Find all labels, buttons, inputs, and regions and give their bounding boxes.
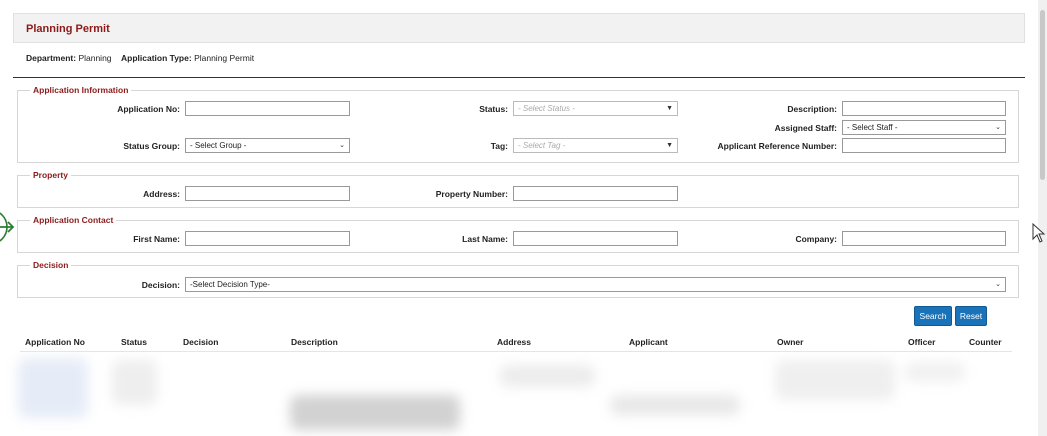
decision-select[interactable]: -Select Decision Type- ⌄ [185,277,1006,292]
scrollbar-thumb[interactable] [1040,10,1045,180]
first-name-input[interactable] [185,231,350,246]
table-row-blurred-cell [18,358,88,418]
table-row-blurred-cell [500,365,595,387]
application-no-label: Application No: [117,104,180,114]
decision-label: Decision: [141,280,180,290]
status-label: Status: [479,104,508,114]
tag-select[interactable]: - Select Tag - ▼ [513,138,678,153]
assigned-staff-select[interactable]: - Select Staff - ⌄ [842,120,1006,135]
table-row-blurred-cell [775,360,895,400]
company-input[interactable] [842,231,1006,246]
table-row-blurred-cell [112,360,157,405]
decision-select-value: -Select Decision Type- [190,280,270,289]
column-header-applicant[interactable]: Applicant [629,337,668,347]
column-header-application-no[interactable]: Application No [25,337,85,347]
page-title: Planning Permit [26,23,110,35]
status-select[interactable]: - Select Status - ▼ [513,101,678,116]
status-group-label: Status Group: [123,141,180,151]
column-header-owner[interactable]: Owner [777,337,803,347]
table-row-blurred-cell [290,395,460,430]
column-header-address[interactable]: Address [497,337,531,347]
header-divider [13,77,1025,78]
address-label: Address: [143,189,180,199]
reset-button[interactable]: Reset [955,306,987,326]
chevron-down-icon: ⌄ [339,142,345,149]
tag-select-value: - Select Tag - [518,141,566,150]
first-name-label: First Name: [133,234,180,244]
chevron-down-icon: ▼ [666,142,673,149]
applicant-reference-input[interactable] [842,138,1006,153]
property-number-label: Property Number: [435,189,508,199]
table-header-divider [20,351,1012,352]
applicant-reference-label: Applicant Reference Number: [717,141,838,151]
application-contact-legend: Application Contact [33,215,114,225]
title-bar: Planning Permit [13,13,1025,43]
column-header-counter[interactable]: Counter [969,337,1002,347]
department-value: Planning [78,53,112,63]
arrow-right-icon[interactable] [0,207,16,247]
application-type-meta: Application Type: Planning Permit [121,53,254,63]
last-name-label: Last Name: [462,234,508,244]
address-input[interactable] [185,186,350,201]
column-header-decision[interactable]: Decision [183,337,218,347]
application-type-value: Planning Permit [194,53,255,63]
status-group-select[interactable]: - Select Group - ⌄ [185,138,350,153]
decision-legend: Decision [33,260,69,270]
description-input[interactable] [842,101,1006,116]
property-number-input[interactable] [513,186,678,201]
column-header-description[interactable]: Description [291,337,338,347]
chevron-down-icon: ⌄ [995,124,1001,131]
assigned-staff-label: Assigned Staff: [774,123,837,133]
company-label: Company: [795,234,837,244]
chevron-down-icon: ▼ [666,105,673,112]
tag-label: Tag: [490,141,508,151]
mouse-cursor-icon [1032,223,1046,243]
table-row-blurred-cell [905,362,965,382]
department-label: Department: [26,53,77,63]
last-name-input[interactable] [513,231,678,246]
column-header-officer[interactable]: Officer [908,337,935,347]
description-label: Description: [787,104,837,114]
status-group-value: - Select Group - [190,141,247,150]
assigned-staff-value: - Select Staff - [847,123,898,132]
chevron-down-icon: ⌄ [995,281,1001,288]
search-button[interactable]: Search [914,306,952,326]
application-information-legend: Application Information [33,85,129,95]
status-select-value: - Select Status - [518,104,575,113]
table-row-blurred-cell [610,395,740,415]
column-header-status[interactable]: Status [121,337,147,347]
application-no-input[interactable] [185,101,350,116]
property-legend: Property [33,170,68,180]
department-meta: Department: Planning [26,53,112,63]
application-type-label: Application Type: [121,53,192,63]
